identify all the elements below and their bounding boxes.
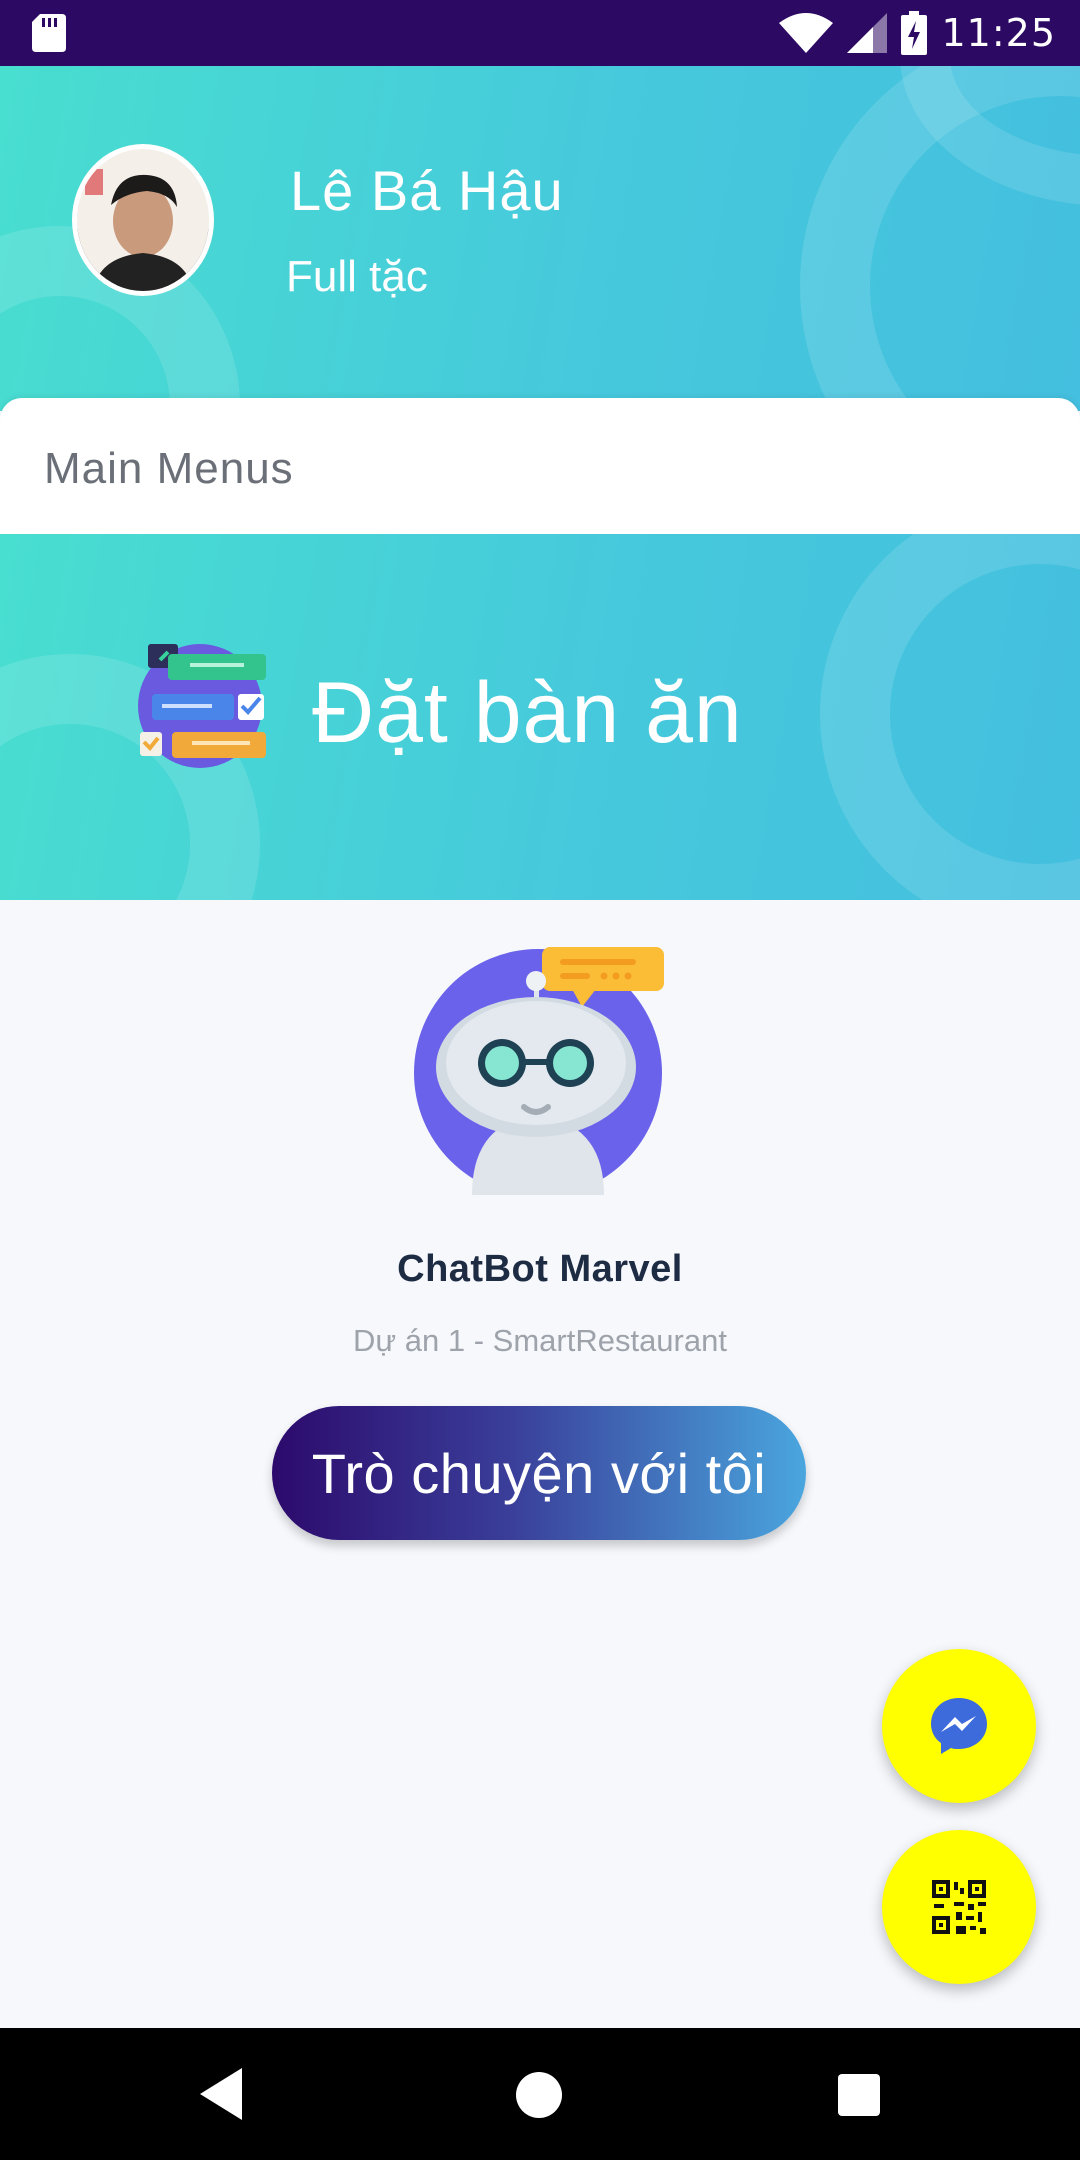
person-photo-icon — [77, 149, 209, 291]
booking-menu-item[interactable]: Đặt bàn ăn — [0, 534, 1080, 900]
qr-fab[interactable] — [882, 1830, 1036, 1984]
messenger-icon — [931, 1698, 987, 1754]
chatbot-name: ChatBot Marvel — [397, 1248, 683, 1290]
profile-header: Lê Bá Hậu Full tặc — [0, 66, 1080, 411]
start-chat-button[interactable]: Trò chuyện với tôi — [272, 1406, 806, 1540]
system-nav-bar — [0, 2028, 1080, 2160]
clock: 11:25 — [941, 11, 1056, 55]
qr-code-icon — [932, 1880, 986, 1934]
avatar[interactable] — [72, 144, 214, 296]
booking-list-icon — [138, 644, 266, 768]
user-name: Lê Bá Hậu — [290, 159, 564, 222]
wifi-icon — [779, 13, 834, 53]
signal-icon — [847, 13, 888, 53]
user-subtitle: Full tặc — [286, 252, 428, 301]
booking-label: Đặt bàn ăn — [312, 665, 743, 761]
robot-avatar-icon — [414, 947, 664, 1195]
sd-card-icon — [32, 14, 66, 52]
main-menus-title: Main Menus — [44, 444, 294, 493]
back-icon[interactable] — [200, 2068, 242, 2120]
battery-charging-icon — [901, 11, 928, 55]
avatar-photo — [77, 149, 209, 291]
main-menus-header: Main Menus — [0, 398, 1080, 534]
home-icon[interactable] — [516, 2072, 562, 2118]
status-bar: 11:25 — [0, 0, 1080, 66]
chatbot-subtitle: Dự án 1 - SmartRestaurant — [353, 1323, 727, 1358]
messenger-fab[interactable] — [882, 1649, 1036, 1803]
recent-apps-icon[interactable] — [838, 2074, 880, 2116]
decor-ring — [820, 534, 1080, 900]
